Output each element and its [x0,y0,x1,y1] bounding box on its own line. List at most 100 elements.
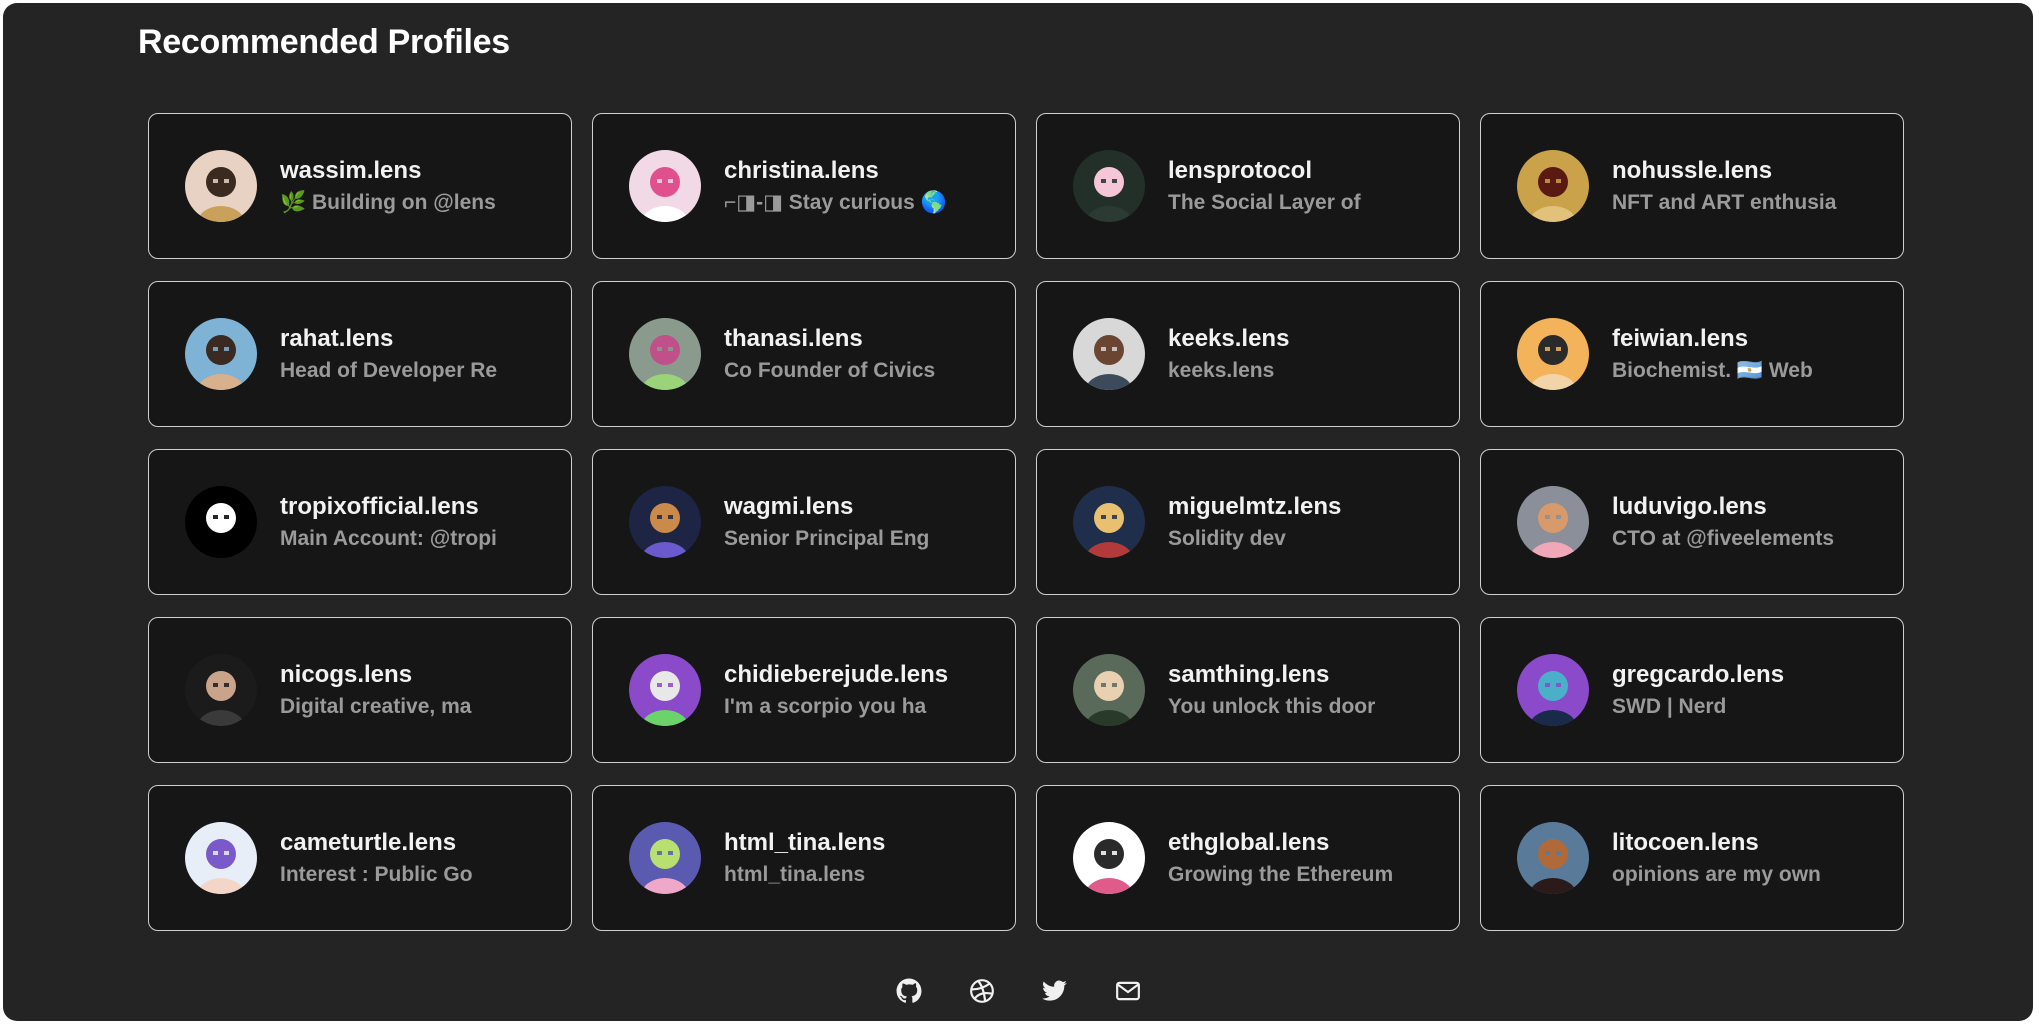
avatar [629,150,701,222]
profile-text: rahat.lens Head of Developer Re [280,324,497,385]
profile-grid: wassim.lens 🌿 Building on @lens christina.… [148,113,1908,931]
profile-bio: Main Account: @tropi [280,526,497,550]
profile-bio: html_tina.lens [724,862,866,886]
profile-text: keeks.lens keeks.lens [1168,324,1289,385]
profile-handle[interactable]: chidieberejude.lens [724,660,948,690]
profile-card[interactable]: gregcardo.lens SWD | Nerd [1480,617,1904,763]
profile-text: lensprotocol The Social Layer of [1168,156,1361,217]
avatar [1073,822,1145,894]
profile-bio: Head of Developer Re [280,358,498,382]
profile-handle[interactable]: luduvigo.lens [1612,492,1834,522]
avatar [185,318,257,390]
profile-card[interactable]: nohussle.lens NFT and ART enthusia [1480,113,1904,259]
avatar [1073,654,1145,726]
profile-text: miguelmtz.lens Solidity dev [1168,492,1341,553]
avatar [1517,318,1589,390]
profile-bio: 🌿 Building on @lens [280,190,496,214]
profile-text: nicogs.lens Digital creative, ma [280,660,471,721]
twitter-icon[interactable] [1041,977,1069,1005]
profile-card[interactable]: keeks.lens keeks.lens [1036,281,1460,427]
profile-handle[interactable]: nicogs.lens [280,660,471,690]
avatar [629,654,701,726]
profile-handle[interactable]: christina.lens [724,156,947,186]
profile-card[interactable]: feiwian.lens Biochemist. 🇦🇷 Web [1480,281,1904,427]
avatar [1073,150,1145,222]
profile-text: wagmi.lens Senior Principal Eng [724,492,929,553]
page-title: Recommended Profiles [138,23,510,61]
profile-handle[interactable]: litocoen.lens [1612,828,1821,858]
profile-handle[interactable]: ethglobal.lens [1168,828,1393,858]
profile-bio: I'm a scorpio you ha [724,694,927,718]
profile-text: christina.lens ⌐◨-◨ Stay curious 🌎 [724,156,947,217]
profile-text: html_tina.lens html_tina.lens [724,828,885,889]
profile-bio: ⌐◨-◨ Stay curious 🌎 [724,190,947,214]
profile-handle[interactable]: miguelmtz.lens [1168,492,1341,522]
profile-text: wassim.lens 🌿 Building on @lens [280,156,496,217]
profile-handle[interactable]: thanasi.lens [724,324,935,354]
profile-handle[interactable]: wassim.lens [280,156,496,186]
profile-card[interactable]: wagmi.lens Senior Principal Eng [592,449,1016,595]
profile-card[interactable]: lensprotocol The Social Layer of [1036,113,1460,259]
profile-handle[interactable]: feiwian.lens [1612,324,1813,354]
avatar [185,150,257,222]
profile-bio: Senior Principal Eng [724,526,930,550]
profile-card[interactable]: thanasi.lens Co Founder of Civics [592,281,1016,427]
profile-card[interactable]: tropixofficial.lens Main Account: @tropi [148,449,572,595]
profile-bio: The Social Layer of [1168,190,1361,214]
profile-text: luduvigo.lens CTO at @fiveelements [1612,492,1834,553]
profile-bio: Digital creative, ma [280,694,472,718]
profile-text: litocoen.lens opinions are my own [1612,828,1821,889]
profile-card[interactable]: cameturtle.lens Interest : Public Go [148,785,572,931]
profile-handle[interactable]: keeks.lens [1168,324,1289,354]
profile-bio: NFT and ART enthusia [1612,190,1837,214]
profile-card[interactable]: html_tina.lens html_tina.lens [592,785,1016,931]
profile-handle[interactable]: cameturtle.lens [280,828,473,858]
dribbble-icon[interactable] [968,977,996,1005]
github-icon[interactable] [895,977,923,1005]
profile-handle[interactable]: wagmi.lens [724,492,929,522]
profile-handle[interactable]: gregcardo.lens [1612,660,1784,690]
profile-card[interactable]: nicogs.lens Digital creative, ma [148,617,572,763]
profile-bio: SWD | Nerd [1612,694,1727,718]
profile-text: tropixofficial.lens Main Account: @tropi [280,492,497,553]
avatar [1073,318,1145,390]
profile-handle[interactable]: lensprotocol [1168,156,1361,186]
avatar [629,822,701,894]
profile-card[interactable]: chidieberejude.lens I'm a scorpio you ha [592,617,1016,763]
profile-text: nohussle.lens NFT and ART enthusia [1612,156,1836,217]
profile-card[interactable]: luduvigo.lens CTO at @fiveelements [1480,449,1904,595]
profile-text: feiwian.lens Biochemist. 🇦🇷 Web [1612,324,1813,385]
mail-icon[interactable] [1114,977,1142,1005]
profile-handle[interactable]: samthing.lens [1168,660,1375,690]
avatar [1073,486,1145,558]
avatar [629,318,701,390]
avatar [1517,654,1589,726]
profile-card[interactable]: christina.lens ⌐◨-◨ Stay curious 🌎 [592,113,1016,259]
profile-text: ethglobal.lens Growing the Ethereum [1168,828,1393,889]
profile-text: cameturtle.lens Interest : Public Go [280,828,473,889]
avatar [185,486,257,558]
profile-handle[interactable]: rahat.lens [280,324,497,354]
profile-bio: CTO at @fiveelements [1612,526,1834,550]
profile-bio: Solidity dev [1168,526,1286,550]
avatar [629,486,701,558]
profile-card[interactable]: rahat.lens Head of Developer Re [148,281,572,427]
profile-bio: You unlock this door [1168,694,1376,718]
app-window: Recommended Profiles wassim.lens 🌿 Buildi… [3,3,2033,1021]
profile-card[interactable]: wassim.lens 🌿 Building on @lens [148,113,572,259]
profile-handle[interactable]: html_tina.lens [724,828,885,858]
profile-card[interactable]: miguelmtz.lens Solidity dev [1036,449,1460,595]
profile-card[interactable]: samthing.lens You unlock this door [1036,617,1460,763]
profile-text: samthing.lens You unlock this door [1168,660,1375,721]
profile-handle[interactable]: nohussle.lens [1612,156,1836,186]
profile-bio: Interest : Public Go [280,862,473,886]
footer [3,977,2033,1005]
profile-text: thanasi.lens Co Founder of Civics [724,324,935,385]
avatar [1517,486,1589,558]
profile-handle[interactable]: tropixofficial.lens [280,492,497,522]
profile-card[interactable]: ethglobal.lens Growing the Ethereum [1036,785,1460,931]
profile-card[interactable]: litocoen.lens opinions are my own [1480,785,1904,931]
profile-bio: opinions are my own [1612,862,1821,886]
profile-bio: keeks.lens [1168,358,1275,382]
profile-text: gregcardo.lens SWD | Nerd [1612,660,1784,721]
